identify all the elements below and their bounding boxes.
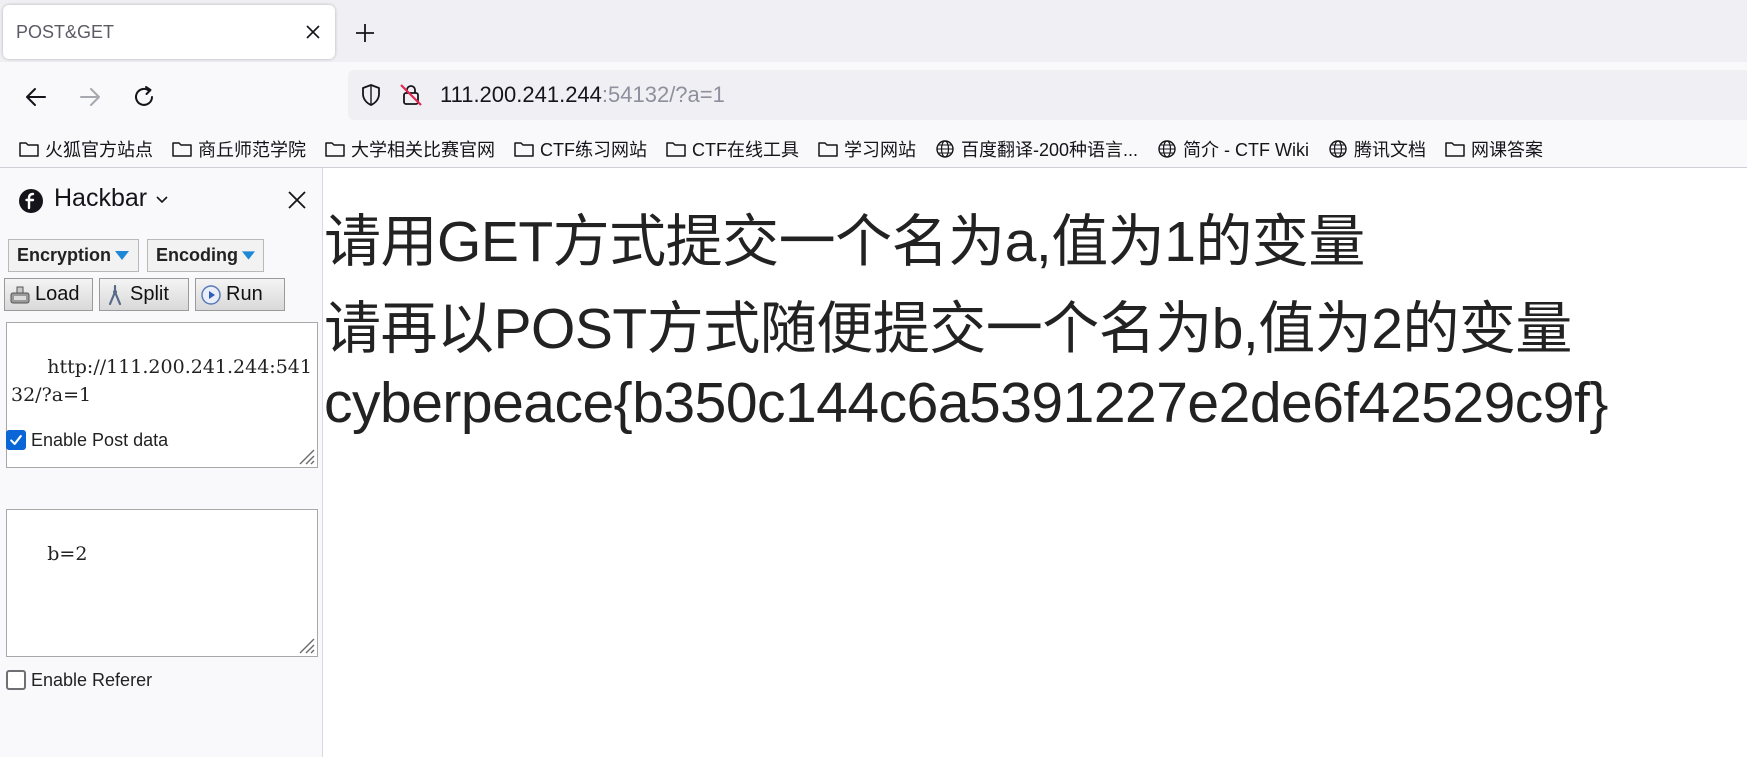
play-icon [201, 284, 221, 305]
page-content: 请用GET方式提交一个名为a,值为1的变量 请再以POST方式随便提交一个名为b… [324, 168, 1747, 757]
bookmark-label: 百度翻译-200种语言... [961, 139, 1139, 160]
tab-strip: POST&GET [0, 0, 1747, 62]
bookmark-item[interactable]: 大学相关比赛官网 [324, 134, 495, 164]
bookmark-label: 腾讯文档 [1354, 139, 1427, 160]
bookmark-item[interactable]: 网课答案 [1444, 134, 1543, 164]
checkbox-unchecked[interactable] [6, 670, 26, 690]
bookmark-label: 简介 - CTF Wiki [1183, 139, 1310, 160]
hackbar-logo-icon [19, 189, 43, 213]
bookmark-label: 商丘师范学院 [198, 139, 306, 160]
globe-icon [936, 139, 954, 158]
checkbox-checked[interactable] [6, 430, 26, 450]
post-data-textarea[interactable]: b=2 [6, 509, 318, 657]
instruction-get: 请用GET方式提交一个名为a,值为1的变量 [324, 210, 1365, 274]
url-path: :54132/?a=1 [601, 82, 725, 107]
bookmark-label: 网课答案 [1471, 139, 1544, 160]
url-bar[interactable]: 111.200.241.244:54132/?a=1 [348, 70, 1747, 120]
bookmark-item[interactable]: 百度翻译-200种语言... [934, 134, 1138, 164]
load-url-button[interactable]: Load [4, 278, 93, 311]
encryption-dropdown[interactable]: Encryption [8, 239, 139, 272]
tab-post-get[interactable]: POST&GET [3, 5, 335, 59]
folder-icon [19, 141, 39, 157]
flag-text: cyberpeace{b350c144c6a5391227e2de6f42529… [324, 371, 1608, 435]
navigation-bar: 111.200.241.244:54132/?a=1 [0, 62, 1747, 130]
dropdown-arrow-icon [115, 251, 130, 260]
bookmarks-toolbar: 火狐官方站点 商丘师范学院 大学相关比赛官网 CTF练习网站 CTF在线工具 学习网站 百度… [0, 130, 1747, 168]
back-arrow-icon[interactable] [23, 84, 49, 110]
folder-icon [325, 141, 345, 157]
encoding-dropdown[interactable]: Encoding [147, 239, 264, 272]
bookmark-item[interactable]: 商丘师范学院 [171, 134, 306, 164]
globe-icon [1329, 139, 1347, 158]
url-textarea-value: http://111.200.241.244:54132/?a=1 [11, 356, 312, 406]
checkmark-icon [10, 435, 22, 445]
resize-grip-icon[interactable] [295, 445, 315, 465]
split-url-button[interactable]: Split [99, 278, 189, 311]
bookmark-item[interactable]: 腾讯文档 [1327, 134, 1426, 164]
globe-icon [1158, 139, 1176, 158]
bookmark-item[interactable]: 火狐官方站点 [18, 134, 153, 164]
instruction-post: 请再以POST方式随便提交一个名为b,值为2的变量 [324, 297, 1572, 361]
execute-run-button[interactable]: Run [195, 278, 285, 311]
chevron-down-icon [156, 195, 168, 203]
bookmark-label: 大学相关比赛官网 [351, 139, 495, 160]
enable-referer-label: Enable Referer [31, 669, 153, 690]
enable-post-data-label: Enable Post data [31, 429, 169, 450]
post-data-value: b=2 [47, 543, 88, 565]
hackbar-sidebar: Hackbar Encryption Encoding Load Split R… [0, 168, 323, 757]
dropdown-arrow-icon [242, 251, 255, 260]
close-icon[interactable] [286, 189, 308, 211]
tab-title: POST&GET [16, 22, 115, 42]
load-icon [10, 286, 30, 303]
load-label: Load [35, 283, 80, 305]
hackbar-header: Hackbar [0, 168, 323, 232]
forward-arrow-icon[interactable] [77, 84, 103, 110]
bookmark-label: CTF在线工具 [692, 139, 799, 160]
bookmark-item[interactable]: 学习网站 [817, 134, 916, 164]
bookmark-label: 学习网站 [844, 139, 916, 160]
hackbar-title-dropdown[interactable]: Hackbar [54, 184, 169, 213]
folder-icon [818, 141, 838, 157]
shield-icon[interactable] [358, 82, 384, 108]
split-label: Split [130, 283, 169, 305]
bookmark-label: CTF练习网站 [540, 139, 647, 160]
plus-icon[interactable] [353, 21, 377, 45]
browser-window: POST&GET 111.200.241.244:54132/?a=1 火狐官方… [0, 0, 1747, 757]
run-label: Run [226, 283, 263, 305]
bookmark-item[interactable]: CTF在线工具 [665, 134, 799, 164]
url-text[interactable]: 111.200.241.244:54132/?a=1 [440, 70, 725, 120]
folder-icon [514, 141, 534, 157]
close-icon[interactable] [305, 24, 321, 40]
enable-post-data-checkbox[interactable]: Enable Post data [6, 428, 168, 452]
url-host: 111.200.241.244 [440, 82, 602, 107]
folder-icon [1445, 141, 1465, 157]
reload-icon[interactable] [131, 84, 157, 110]
resize-grip-icon[interactable] [295, 634, 315, 654]
bookmark-label: 火狐官方站点 [45, 139, 153, 160]
split-icon [108, 284, 122, 305]
folder-icon [666, 141, 686, 157]
folder-icon [172, 141, 192, 157]
encoding-label: Encoding [156, 245, 238, 265]
bookmark-item[interactable]: 简介 - CTF Wiki [1156, 134, 1309, 164]
bookmark-item[interactable]: CTF练习网站 [513, 134, 647, 164]
enable-referer-checkbox[interactable]: Enable Referer [6, 668, 152, 692]
insecure-lock-icon[interactable] [398, 82, 424, 108]
hackbar-title: Hackbar [54, 184, 148, 212]
encryption-label: Encryption [17, 245, 112, 265]
